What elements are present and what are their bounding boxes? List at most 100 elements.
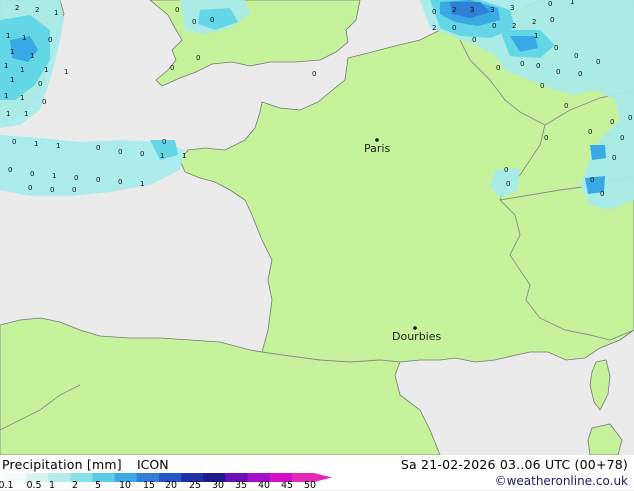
precip-value-label: 1 xyxy=(10,76,14,84)
precip-value-label: 1 xyxy=(54,9,58,17)
precip-value-label: 0 xyxy=(620,134,624,142)
precip-value-label: 0 xyxy=(452,24,456,32)
precip-value-label: 0 xyxy=(312,70,316,78)
precip-value-label: 1 xyxy=(30,52,34,60)
precip-value-label: 1 xyxy=(24,110,28,118)
colorbar-tick-label: 0.5 xyxy=(26,480,42,491)
precip-value-label: 1 xyxy=(4,92,8,100)
precip-value-label: 0 xyxy=(175,6,179,14)
colorbar-tick-label: 35 xyxy=(234,480,248,491)
colorbar-tick-label: 10 xyxy=(118,480,132,491)
colorbar-tick-label: 5 xyxy=(94,480,102,491)
precip-value-label: 0 xyxy=(118,148,122,156)
precip-value-label: 0 xyxy=(520,60,524,68)
precip-value-label: 0 xyxy=(48,36,52,44)
colorbar-tick-label: 50 xyxy=(303,480,317,491)
colorbar-tick-label: 0.1 xyxy=(0,480,14,491)
colorbar-arrow xyxy=(314,473,332,482)
precipitation-map: 2 2 11 1 01 11 1 1 11 01 1 01 10 1 1 0 0 0 10 0 1 0 0 0 10 0 01000… xyxy=(0,0,634,456)
precip-value-label: 0 xyxy=(548,0,552,8)
precip-value-label: 0 xyxy=(556,68,560,76)
precip-value-label: 3 xyxy=(510,4,514,12)
colorbar-tick-label: 20 xyxy=(164,480,178,491)
precip-value-label: 1 xyxy=(182,152,186,160)
precip-value-label: 1 xyxy=(20,66,24,74)
precip-value-label: 2 xyxy=(432,24,436,32)
precip-value-label: 0 xyxy=(72,186,76,194)
colorbar-tick-label: 25 xyxy=(188,480,202,491)
precip-value-label: 1 xyxy=(44,66,48,74)
precip-value-label: 1 xyxy=(534,32,538,40)
precip-value-label: 0 xyxy=(628,114,632,122)
precip-value-label: 0 xyxy=(600,190,604,198)
weather-map-stage: 2211101111111011011011000100100010001000… xyxy=(0,0,634,491)
precip-value-label: 0 xyxy=(544,134,548,142)
precip-value-label: 0 xyxy=(472,36,476,44)
precip-value-label: 0 xyxy=(564,102,568,110)
precip-value-label: 0 xyxy=(38,80,42,88)
footer-datetime: Sa 21-02-2026 03..06 UTC (00+78) xyxy=(400,457,628,472)
precip-value-label: 0 xyxy=(192,18,196,26)
precip-value-label: 0 xyxy=(596,58,600,66)
precip-value-label: 3 xyxy=(490,6,494,14)
precip-value-label: 0 xyxy=(504,166,508,174)
colorbar-tick-label: 15 xyxy=(142,480,156,491)
colorbar-tick-label: 30 xyxy=(211,480,225,491)
precip-value-label: 1 xyxy=(6,32,10,40)
precip-value-label: 0 xyxy=(536,62,540,70)
precip-value-label: 1 xyxy=(140,180,144,188)
precip-value-label: 0 xyxy=(170,64,174,72)
precip-value-label: 0 xyxy=(574,52,578,60)
precip-value-label: 1 xyxy=(20,94,24,102)
precip-value-label: 0 xyxy=(210,16,214,24)
precip-value-label: 0 xyxy=(28,184,32,192)
precip-value-label: 0 xyxy=(96,144,100,152)
precip-value-label: 0 xyxy=(540,82,544,90)
precip-value-label: 0 xyxy=(612,154,616,162)
precip-value-label: 2 xyxy=(35,6,39,14)
colorbar-tick-label: 40 xyxy=(257,480,271,491)
precip-value-label: 0 xyxy=(42,98,46,106)
precip-value-label: 1 xyxy=(52,172,56,180)
precip-value-label: 1 xyxy=(160,152,164,160)
precip-value-label: 0 xyxy=(590,176,594,184)
precip-value-label: 2 xyxy=(512,22,516,30)
precip-value-label: 0 xyxy=(162,138,166,146)
precip-value-label: 0 xyxy=(554,44,558,52)
map-footer: Precipitation [mm] ICON Sa 21-02-2026 03… xyxy=(0,455,634,491)
footer-model: ICON xyxy=(137,457,169,472)
precip-value-label: 1 xyxy=(56,142,60,150)
precip-value-label: 3 xyxy=(470,6,474,14)
precip-value-label: 0 xyxy=(12,138,16,146)
precip-value-label: 1 xyxy=(10,48,14,56)
footer-title: Precipitation [mm] xyxy=(2,457,122,472)
precip-value-label: 0 xyxy=(432,8,436,16)
colorbar-tick-label: 1 xyxy=(48,480,56,491)
precip-value-label: 0 xyxy=(50,186,54,194)
precip-value-label: 1 xyxy=(570,0,574,6)
footer-credit-link[interactable]: ©weatheronline.co.uk xyxy=(495,474,628,488)
precip-value-label: 0 xyxy=(30,170,34,178)
precip-value-label: 0 xyxy=(74,174,78,182)
colorbar-tick-label: 45 xyxy=(280,480,294,491)
precip-value-label: 0 xyxy=(140,150,144,158)
precip-value-label: 2 xyxy=(452,6,456,14)
precip-value-label: 1 xyxy=(64,68,68,76)
precip-value-label: 0 xyxy=(96,176,100,184)
precip-value-label: 0 xyxy=(588,128,592,136)
precip-value-label: 1 xyxy=(22,34,26,42)
precip-value-label: 0 xyxy=(196,54,200,62)
precip-value-label: 0 xyxy=(550,16,554,24)
colorbar-tick-label: 2 xyxy=(71,480,79,491)
precip-value-label: 0 xyxy=(506,180,510,188)
precip-value-label: 2 xyxy=(532,18,536,26)
precip-value-label: 0 xyxy=(610,118,614,126)
precip-value-label: 1 xyxy=(6,110,10,118)
precip-value-label: 0 xyxy=(8,166,12,174)
precip-value-label: 0 xyxy=(492,22,496,30)
precip-value-label: 0 xyxy=(496,64,500,72)
precip-value-label: 1 xyxy=(4,62,8,70)
city-label-dourbies: Dourbies xyxy=(392,330,442,343)
city-label-paris: Paris xyxy=(364,142,390,155)
precip-value-label: 0 xyxy=(578,70,582,78)
